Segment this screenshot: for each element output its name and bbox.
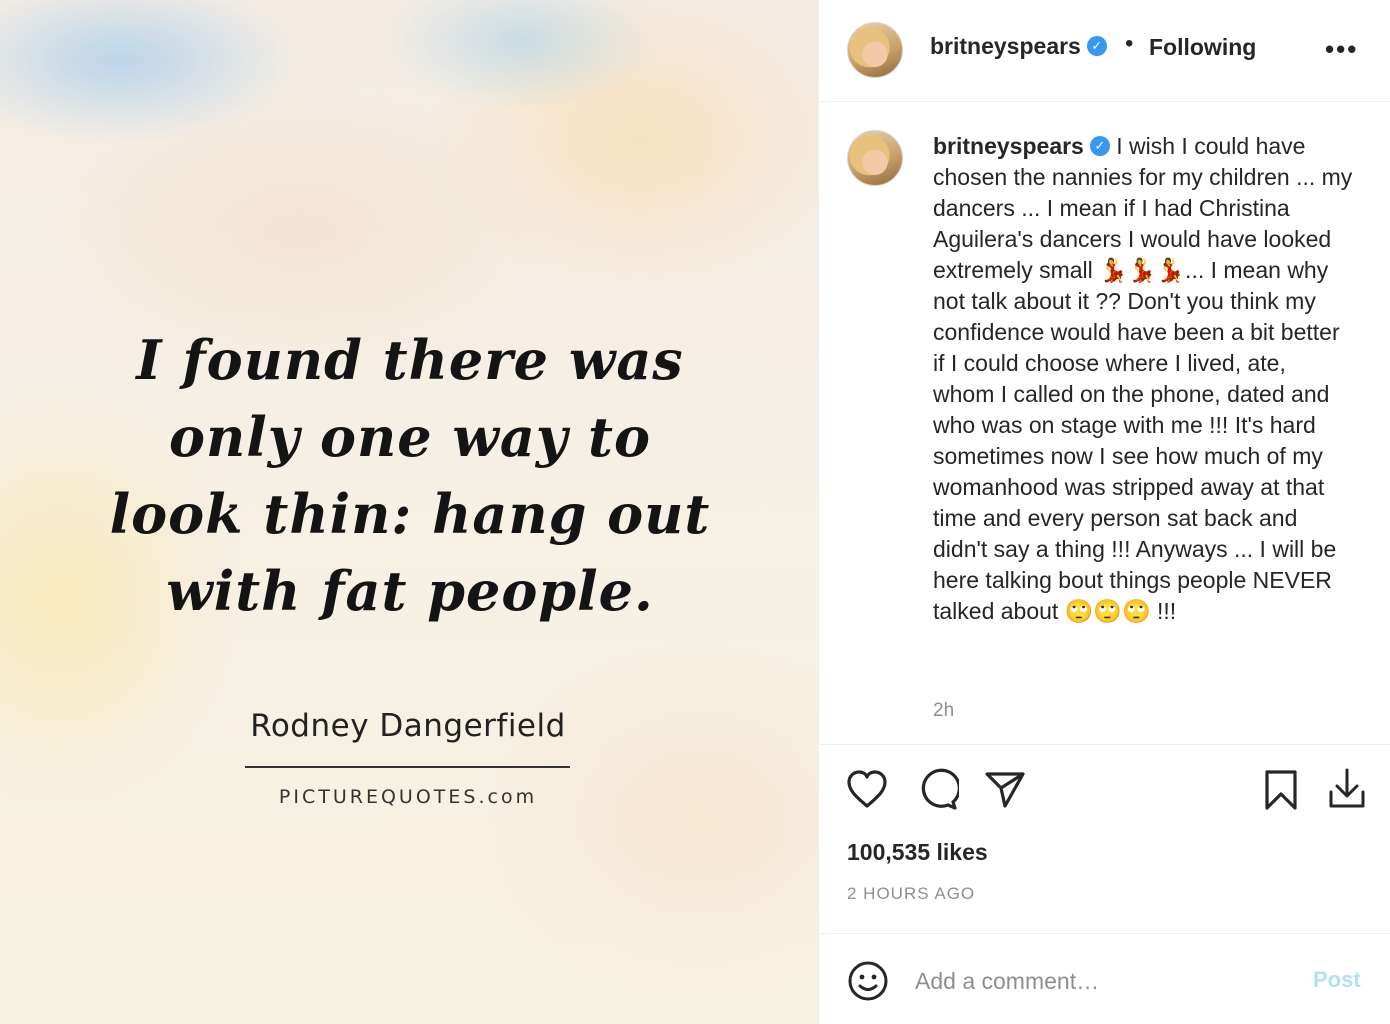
share-paper-plane-icon[interactable]: [983, 768, 1027, 812]
post-sidebar: britneyspears ✓ • Following ••• britneysp…: [818, 0, 1390, 1024]
post-comment-button[interactable]: Post: [1313, 967, 1361, 993]
caption-username[interactable]: britneyspears: [933, 133, 1084, 159]
caption-timestamp[interactable]: 2h: [933, 700, 954, 722]
download-icon[interactable]: [1325, 768, 1369, 812]
post-actions: 100,535 likes 2 HOURS AGO: [819, 746, 1390, 934]
emoji-smiley-icon[interactable]: [847, 960, 889, 1002]
verified-badge-icon: ✓: [1089, 135, 1110, 156]
following-button[interactable]: Following: [1149, 34, 1256, 61]
like-heart-icon[interactable]: [845, 768, 889, 812]
avatar[interactable]: [847, 22, 903, 78]
post-caption: britneyspears ✓ I wish I could have chose…: [819, 103, 1390, 745]
quote-author: Rodney Dangerfield: [250, 708, 566, 744]
post-header: britneyspears ✓ • Following •••: [819, 0, 1390, 102]
separator-dot: •: [1125, 30, 1134, 57]
comment-bar: Post: [819, 935, 1390, 1024]
more-options-icon[interactable]: •••: [1325, 34, 1358, 65]
quote-text: I found there was only one way to look t…: [109, 328, 711, 623]
quote-divider: [245, 766, 570, 768]
caption-body: britneyspears ✓ I wish I could have chose…: [933, 131, 1353, 627]
comment-input[interactable]: [915, 961, 1295, 1001]
post-time-ago[interactable]: 2 HOURS AGO: [847, 884, 975, 904]
caption-text: I wish I could have chosen the nannies f…: [933, 133, 1353, 624]
comment-bubble-icon[interactable]: [915, 768, 961, 812]
username-text[interactable]: britneyspears: [930, 33, 1081, 59]
bookmark-icon[interactable]: [1259, 768, 1303, 812]
likes-count[interactable]: 100,535 likes: [847, 839, 988, 866]
caption-avatar[interactable]: [847, 130, 903, 186]
quote-source: PICTUREQUOTES.com: [278, 786, 538, 808]
post-image[interactable]: I found there was only one way to look t…: [0, 0, 818, 1024]
header-username[interactable]: britneyspears ✓: [930, 33, 1107, 60]
verified-badge-icon: ✓: [1086, 35, 1107, 56]
